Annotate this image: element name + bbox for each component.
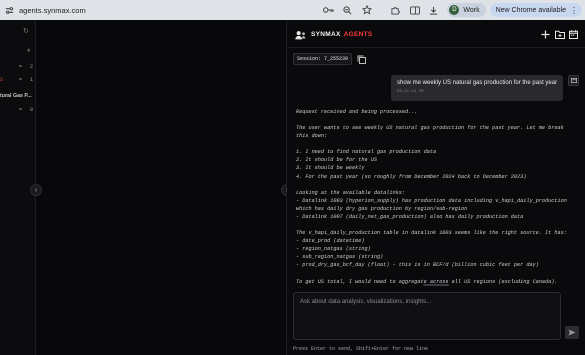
composer-resize-handle[interactable] — [423, 284, 449, 286]
agents-logo-icon — [295, 31, 306, 40]
chrome-update-button[interactable]: New Chrome available ⋮ — [489, 3, 582, 17]
list-item: 9 — [30, 107, 34, 113]
reply-line: - date_prod (datetime) — [296, 238, 365, 245]
zoom-icon[interactable] — [338, 3, 357, 17]
reply-line: this down: — [296, 133, 328, 140]
reply-line: Looking at the available datalinks: — [296, 189, 405, 196]
list-item: 1 — [30, 77, 34, 83]
user-message-bubble: show me weekly US natural gas production… — [391, 75, 563, 101]
list-item-marker: = — [19, 64, 23, 70]
reply-line: The user wants to see weekly US natural … — [296, 125, 564, 132]
list-item-marker: S — [0, 77, 4, 83]
copy-icon[interactable] — [357, 55, 366, 64]
message-action-button[interactable] — [568, 75, 579, 86]
brand-title: SYNMAX AGENTS — [311, 31, 373, 38]
refresh-icon[interactable]: ↻ — [23, 27, 29, 35]
calendar-icon[interactable] — [568, 29, 579, 40]
star-icon[interactable] — [357, 3, 376, 17]
chat-input[interactable]: Ask about data analysis, visualizations,… — [293, 292, 561, 340]
collapse-left-button[interactable]: ‹ — [30, 184, 42, 196]
reply-line: 2. It should be for the US — [296, 157, 377, 164]
browser-toolbar: agents.synmax.com D Work New Chrome avai… — [0, 0, 585, 20]
more-vertical-icon: ⋮ — [570, 5, 578, 15]
puzzle-icon[interactable] — [386, 3, 405, 17]
reply-line: 1. I need to find natural gas production… — [296, 149, 437, 156]
reply-line: The v_hapi_daily_production table in dat… — [296, 230, 567, 237]
avatar: D — [449, 5, 460, 15]
send-button[interactable] — [565, 326, 579, 339]
reply-line: Request received and being processed... — [296, 109, 418, 115]
reply-line: - region_natgas (string) — [296, 246, 371, 253]
input-hint: Press Enter to send, Shift+Enter for new… — [293, 346, 429, 352]
chat-input-placeholder: Ask about data analysis, visualizations,… — [300, 299, 432, 305]
download-icon[interactable] — [424, 3, 443, 17]
session-id-badge: Session: 7_255239 — [293, 53, 353, 65]
reply-line: 3. It should be weekly — [296, 165, 365, 172]
password-key-icon[interactable] — [319, 3, 338, 17]
list-item: 2 — [30, 64, 34, 70]
reply-line: which has daily dry gas production by re… — [296, 205, 468, 212]
reply-line: 4. For the past year (so roughly from De… — [296, 173, 527, 180]
send-icon — [568, 329, 576, 336]
reading-mode-icon[interactable] — [405, 3, 424, 17]
reply-line: - Datalink 1003 (hyperion_supply) has pr… — [296, 197, 567, 204]
plus-icon[interactable] — [540, 29, 551, 40]
reply-line: - prod_dry_gas_bcf_day (float) - this is… — [296, 262, 539, 269]
truncated-item-label[interactable]: tural Gas P... — [0, 93, 32, 99]
message-options-icon — [570, 78, 577, 83]
agent-reply: Request received and being processed... … — [296, 108, 576, 306]
profile-button[interactable]: D Work — [447, 3, 486, 17]
update-label: New Chrome available — [495, 6, 566, 14]
agent-header: SYNMAX AGENTS — [287, 20, 585, 48]
folder-icon[interactable] — [554, 29, 565, 40]
list-item: 4 — [27, 48, 31, 54]
address-bar[interactable]: agents.synmax.com — [19, 6, 319, 15]
list-item-marker: = — [19, 77, 23, 83]
user-message-text: show me weekly US natural gas production… — [397, 80, 558, 86]
agent-panel: SYNMAX AGENTS Session: 7_255239 show me w… — [287, 20, 585, 355]
profile-name: Work — [463, 6, 480, 14]
chevron-left-icon: ‹ — [34, 186, 38, 194]
session-row: Session: 7_255239 — [293, 53, 366, 65]
main-canvas — [36, 20, 287, 355]
site-settings-icon[interactable] — [4, 5, 14, 15]
reply-line: - Datalink 1007 (daily_net_gas_productio… — [296, 213, 524, 220]
list-item-marker: = — [19, 107, 23, 113]
message-timestamp: 03:21:16 PM — [397, 90, 424, 94]
reply-line: - sub_region_natgas (string) — [296, 254, 384, 261]
